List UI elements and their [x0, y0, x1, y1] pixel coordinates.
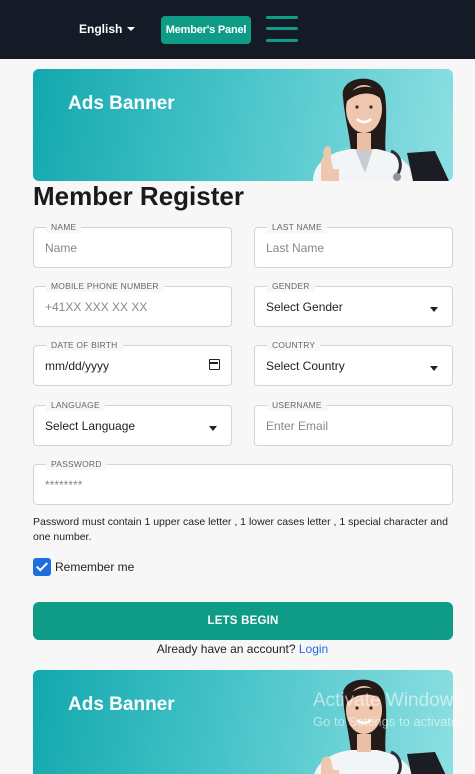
- calendar-icon[interactable]: [209, 359, 220, 370]
- doctor-illustration: [313, 78, 449, 181]
- login-prompt-text: Already have an account?: [156, 642, 296, 656]
- mobile-phone-field[interactable]: MOBILE PHONE NUMBER +41XX XXX XX XX: [33, 280, 232, 327]
- gender-label: GENDER: [267, 280, 315, 292]
- remember-me-label: Remember me: [55, 560, 135, 574]
- language-dropdown[interactable]: English: [79, 22, 136, 36]
- password-label: PASSWORD: [46, 458, 107, 470]
- country-label: COUNTRY: [267, 339, 321, 351]
- language-field-label: LANGUAGE: [46, 399, 105, 411]
- country-select[interactable]: COUNTRY Select Country: [254, 339, 453, 386]
- watermark-line1: Activate Windows: [313, 690, 463, 711]
- language-label: English: [79, 22, 123, 36]
- caret-down-icon: [209, 426, 217, 431]
- gender-select[interactable]: GENDER Select Gender: [254, 280, 453, 327]
- name-label: NAME: [46, 221, 82, 233]
- password-field[interactable]: PASSWORD ********: [33, 458, 453, 505]
- name-placeholder: Name: [45, 241, 78, 255]
- password-hint: Password must contain 1 upper case lette…: [33, 516, 448, 543]
- login-link[interactable]: Login: [299, 642, 328, 656]
- remember-me[interactable]: Remember me: [33, 558, 134, 576]
- top-navbar: English Member's Panel: [0, 0, 475, 59]
- date-of-birth-label: DATE OF BIRTH: [46, 339, 123, 351]
- last-name-field[interactable]: LAST NAME Last Name: [254, 221, 453, 268]
- country-value: Select Country: [266, 359, 345, 373]
- username-placeholder: Enter Email: [266, 419, 329, 433]
- last-name-placeholder: Last Name: [266, 241, 325, 255]
- date-of-birth-field[interactable]: DATE OF BIRTH mm/dd/yyyy: [33, 339, 232, 386]
- caret-down-icon: [430, 366, 438, 371]
- date-of-birth-value: mm/dd/yyyy: [45, 359, 110, 373]
- caret-down-icon: [127, 27, 136, 31]
- banner-text: Ads Banner: [68, 93, 175, 114]
- page-title: Member Register: [33, 181, 244, 211]
- gender-value: Select Gender: [266, 300, 343, 314]
- windows-activation-watermark: Activate Windows Go to Settings to activ…: [313, 690, 463, 729]
- hamburger-menu-icon[interactable]: [266, 15, 298, 43]
- caret-down-icon: [430, 307, 438, 312]
- members-panel-button[interactable]: Member's Panel: [161, 16, 251, 44]
- ads-banner-top[interactable]: Ads Banner: [33, 69, 453, 181]
- language-value: Select Language: [45, 419, 136, 433]
- username-label: USERNAME: [267, 399, 327, 411]
- name-field[interactable]: NAME Name: [33, 221, 232, 268]
- language-select[interactable]: LANGUAGE Select Language: [33, 399, 232, 446]
- mobile-phone-placeholder: +41XX XXX XX XX: [45, 300, 148, 314]
- username-field[interactable]: USERNAME Enter Email: [254, 399, 453, 446]
- login-prompt: Already have an account? Login: [0, 642, 475, 656]
- password-value: ********: [45, 478, 83, 492]
- mobile-phone-label: MOBILE PHONE NUMBER: [46, 280, 164, 292]
- watermark-line2: Go to Settings to activate: [313, 714, 459, 729]
- banner-text: Ads Banner: [68, 694, 175, 715]
- lets-begin-button[interactable]: LETS BEGIN: [33, 602, 453, 640]
- last-name-label: LAST NAME: [267, 221, 327, 233]
- remember-me-checkbox[interactable]: [33, 558, 51, 576]
